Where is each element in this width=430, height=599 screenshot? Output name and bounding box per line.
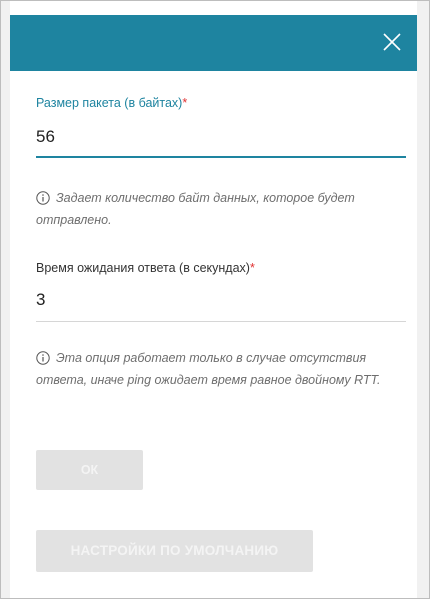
info-icon: [36, 351, 50, 365]
timeout-input[interactable]: 3: [36, 290, 45, 310]
packet-size-label: Размер пакета (в байтах)*: [36, 96, 188, 110]
timeout-underline: [36, 321, 406, 322]
packet-size-hint-text: Задает количество байт данных, которое б…: [36, 191, 355, 227]
default-settings-button[interactable]: НАСТРОЙКИ ПО УМОЛЧАНИЮ: [36, 530, 313, 572]
timeout-hint: Эта опция работает только в случае отсут…: [36, 347, 381, 391]
info-icon: [36, 191, 50, 205]
packet-size-hint: Задает количество байт данных, которое б…: [36, 187, 381, 231]
ping-settings-dialog: Размер пакета (в байтах)* 56 Задает коли…: [10, 1, 417, 598]
ping-settings-window: Размер пакета (в байтах)* 56 Задает коли…: [0, 0, 430, 599]
packet-size-underline: [36, 156, 406, 158]
timeout-hint-text: Эта опция работает только в случае отсут…: [36, 351, 381, 387]
right-backdrop: [417, 1, 429, 598]
dialog-header: [10, 15, 417, 71]
packet-size-input[interactable]: 56: [36, 127, 55, 147]
close-icon: [383, 33, 401, 51]
required-mark: *: [182, 96, 188, 110]
left-backdrop: [1, 1, 10, 598]
ok-button[interactable]: ОК: [36, 450, 143, 490]
required-mark: *: [249, 261, 255, 275]
close-button[interactable]: [379, 29, 405, 55]
timeout-label: Время ожидания ответа (в секундах)*: [36, 261, 255, 275]
